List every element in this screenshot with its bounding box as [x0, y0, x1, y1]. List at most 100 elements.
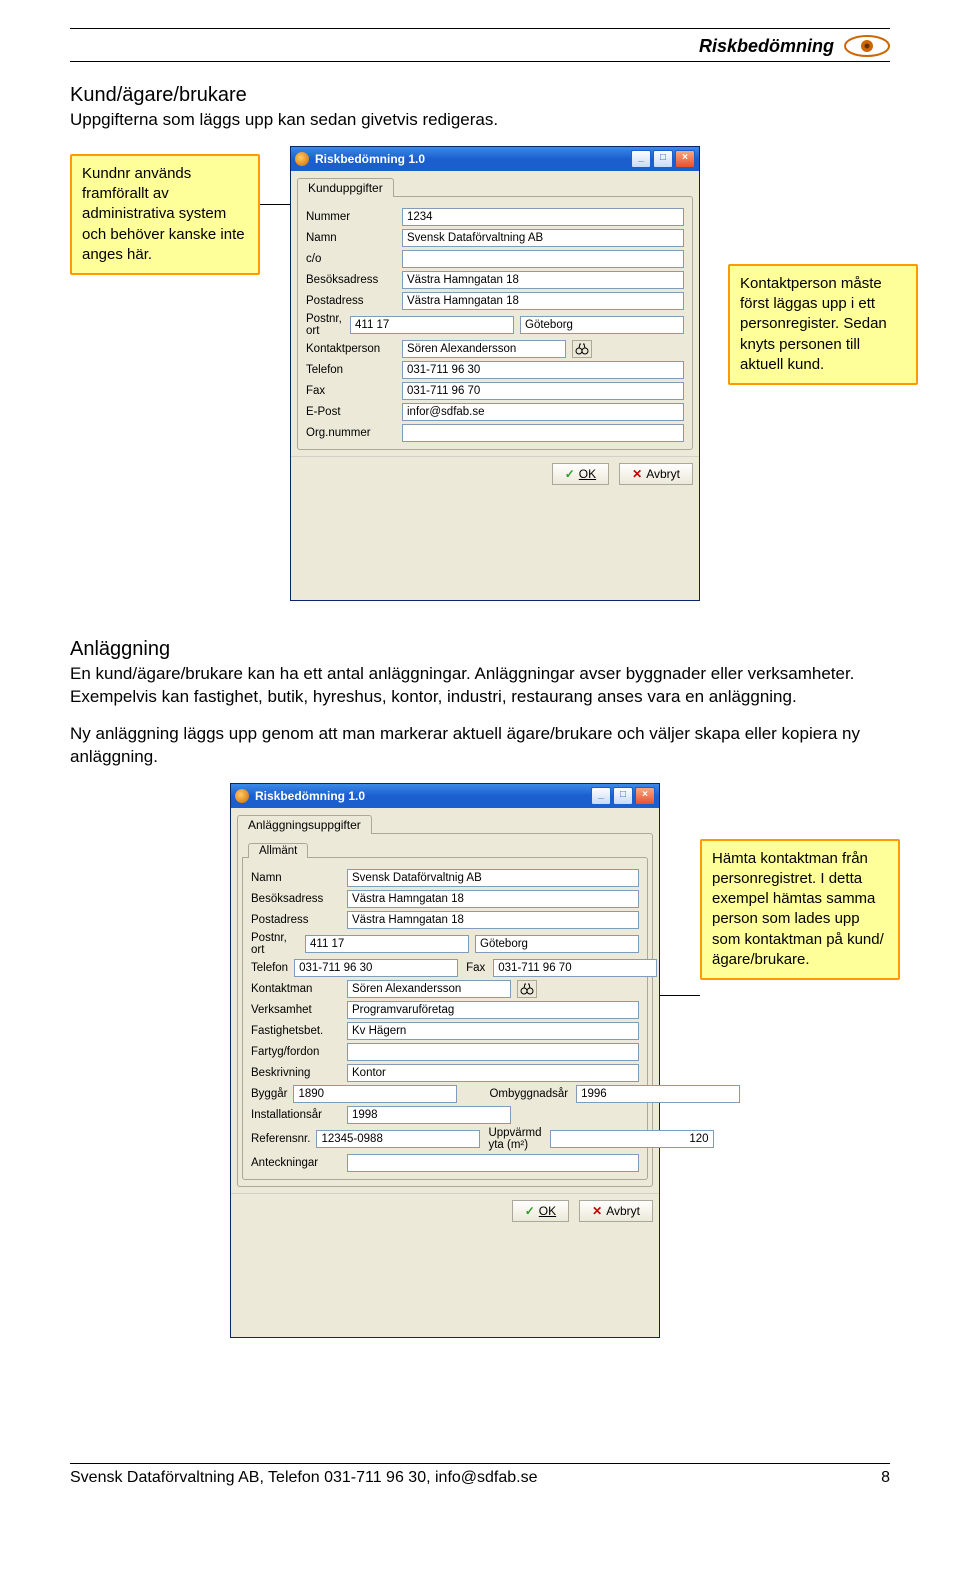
cancel-button[interactable]: ✕Avbryt [619, 463, 693, 485]
besok-field[interactable] [347, 890, 639, 908]
label-fastb: Fastighetsbet. [251, 1025, 341, 1037]
window-title: Riskbedömning 1.0 [255, 789, 585, 803]
byggar-field[interactable] [293, 1085, 457, 1103]
label-telefon: Telefon [306, 364, 396, 376]
label-postnr: Postnr, ort [251, 932, 299, 956]
window-titlebar[interactable]: Riskbedömning 1.0 _ □ × [231, 784, 659, 808]
kontaktman-field[interactable] [347, 980, 511, 998]
label-besok: Besöksadress [251, 893, 341, 905]
besok-field[interactable] [402, 271, 684, 289]
section2-p1: En kund/ägare/brukare kan ha ett antal a… [70, 663, 890, 709]
label-namn: Namn [306, 232, 396, 244]
beskrivning-field[interactable] [347, 1064, 639, 1082]
logo-eye-icon [844, 35, 890, 57]
fax-field[interactable] [402, 382, 684, 400]
label-kontakt: Kontaktman [251, 983, 341, 995]
binoculars-icon[interactable] [572, 340, 592, 358]
callout-kontaktman: Hämta kontaktman från personregistret. I… [700, 839, 900, 981]
label-verks: Verksamhet [251, 1004, 341, 1016]
label-anteck: Anteckningar [251, 1157, 341, 1169]
label-epost: E-Post [306, 406, 396, 418]
ombyggnad-field[interactable] [576, 1085, 740, 1103]
close-button[interactable]: × [675, 150, 695, 168]
namn-field[interactable] [347, 869, 639, 887]
tab-kunduppgifter[interactable]: Kunduppgifter [297, 178, 394, 197]
label-ombyggnad: Ombyggnadsår [487, 1088, 570, 1100]
app-icon [295, 152, 309, 166]
faxnr-field[interactable] [493, 959, 657, 977]
label-refnr: Referensnr. [251, 1133, 310, 1145]
verksamhet-field[interactable] [347, 1001, 639, 1019]
uppvarmd-field[interactable] [550, 1130, 714, 1148]
callout-kontaktperson: Kontaktperson måste först läggas upp i e… [728, 264, 918, 385]
window-titlebar[interactable]: Riskbedömning 1.0 _ □ × [291, 147, 699, 171]
maximize-button[interactable]: □ [653, 150, 673, 168]
install-field[interactable] [347, 1106, 511, 1124]
section2-title: Anläggning [70, 638, 890, 661]
label-besok: Besöksadress [306, 274, 396, 286]
close-button[interactable]: × [635, 787, 655, 805]
window-anlaggning: Riskbedömning 1.0 _ □ × Anläggningsuppgi… [230, 783, 660, 1338]
post-field[interactable] [402, 292, 684, 310]
section2-p2: Ny anläggning läggs upp genom att man ma… [70, 723, 890, 769]
window-title: Riskbedömning 1.0 [315, 152, 625, 166]
anteck-field[interactable] [347, 1154, 639, 1172]
ok-button[interactable]: ✓OK [512, 1200, 569, 1222]
label-telefon: Telefon [251, 962, 288, 974]
tab-anlaggning[interactable]: Anläggningsuppgifter [237, 815, 372, 834]
post-field[interactable] [347, 911, 639, 929]
app-icon [235, 789, 249, 803]
ok-button[interactable]: ✓OK [552, 463, 609, 485]
postnr-field[interactable] [350, 316, 514, 334]
label-postnr: Postnr, ort [306, 313, 344, 337]
epost-field[interactable] [402, 403, 684, 421]
form-panel-outer: Allmänt Namn Besöksadress Postadress [237, 833, 653, 1187]
check-icon: ✓ [565, 467, 575, 481]
namn-field[interactable] [402, 229, 684, 247]
section1-title: Kund/ägare/brukare [70, 84, 890, 107]
label-kontakt: Kontaktperson [306, 343, 396, 355]
nummer-field[interactable] [402, 208, 684, 226]
kontakt-field[interactable] [402, 340, 566, 358]
ort-field[interactable] [475, 935, 639, 953]
minimize-button[interactable]: _ [591, 787, 611, 805]
subtab-allmant[interactable]: Allmänt [248, 843, 308, 858]
label-post: Postadress [251, 914, 341, 926]
postnr-field[interactable] [305, 935, 469, 953]
callout-kundnr: Kundnr används framförallt av administra… [70, 154, 260, 275]
label-nummer: Nummer [306, 211, 396, 223]
label-post: Postadress [306, 295, 396, 307]
label-fax: Fax [464, 962, 487, 974]
label-uppvarmd: Uppvärmd yta (m²) [486, 1127, 543, 1151]
orgnr-field[interactable] [402, 424, 684, 442]
cancel-button[interactable]: ✕Avbryt [579, 1200, 653, 1222]
cross-icon: ✕ [592, 1204, 602, 1218]
fartyg-field[interactable] [347, 1043, 639, 1061]
telefon-field[interactable] [294, 959, 458, 977]
page-number: 8 [881, 1469, 890, 1487]
label-fartyg: Fartyg/fordon [251, 1046, 341, 1058]
form-panel: Nummer Namn c/o Besöksadress Postadress [297, 196, 693, 450]
check-icon: ✓ [525, 1204, 535, 1218]
window-kunduppgifter: Riskbedömning 1.0 _ □ × Kunduppgifter Nu… [290, 146, 700, 601]
label-byggar: Byggår [251, 1088, 287, 1100]
label-co: c/o [306, 253, 396, 265]
ort-field[interactable] [520, 316, 684, 334]
minimize-button[interactable]: _ [631, 150, 651, 168]
fastighetsbet-field[interactable] [347, 1022, 639, 1040]
label-namn: Namn [251, 872, 341, 884]
label-install: Installationsår [251, 1109, 341, 1121]
binoculars-icon[interactable] [517, 980, 537, 998]
form-panel-inner: Namn Besöksadress Postadress Postnr, ort [242, 857, 648, 1180]
refnr-field[interactable] [316, 1130, 480, 1148]
page-header-title: Riskbedömning [699, 36, 834, 57]
section1-intro: Uppgifterna som läggs upp kan sedan give… [70, 109, 890, 132]
footer-text: Svensk Dataförvaltning AB, Telefon 031-7… [70, 1469, 538, 1487]
telefon-field[interactable] [402, 361, 684, 379]
co-field[interactable] [402, 250, 684, 268]
label-beskr: Beskrivning [251, 1067, 341, 1079]
label-fax: Fax [306, 385, 396, 397]
maximize-button[interactable]: □ [613, 787, 633, 805]
label-orgnr: Org.nummer [306, 427, 396, 439]
cross-icon: ✕ [632, 467, 642, 481]
